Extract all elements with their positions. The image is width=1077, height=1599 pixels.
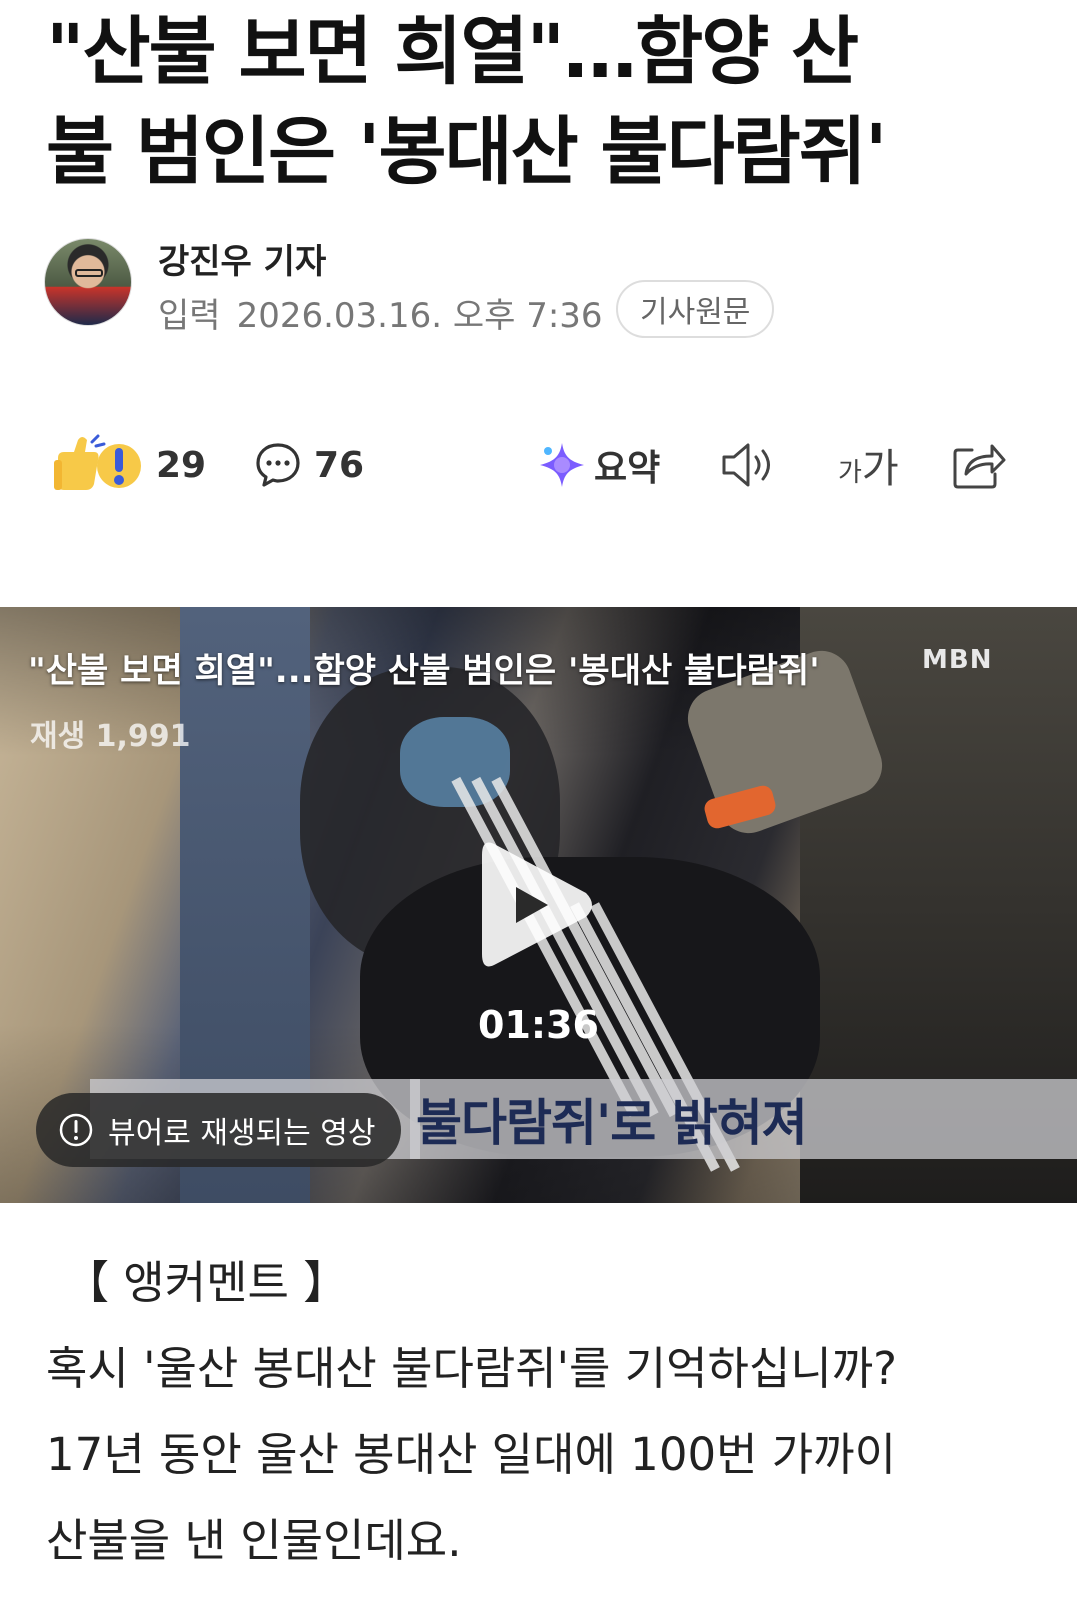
speaker-icon bbox=[722, 443, 770, 487]
section-heading: 【 앵커멘트 】 bbox=[64, 1256, 349, 1309]
headline-line-2: 불 범인은 '봉대산 불다람쥐' bbox=[46, 109, 887, 195]
article-datetime: 2026.03.16. 오후 7:36 bbox=[236, 296, 603, 336]
play-icon[interactable] bbox=[478, 837, 598, 972]
headline-line-1: "산불 보면 희열"…함양 산 bbox=[46, 9, 859, 95]
article-action-bar: 29 76 요약 가 가 bbox=[0, 430, 1077, 500]
reaction-icon bbox=[54, 434, 141, 490]
video-player[interactable]: "산불 보면 희열"...함양 산불 범인은 '봉대산 불다람쥐' MBN 재생… bbox=[0, 607, 1077, 1203]
comment-icon bbox=[256, 443, 300, 487]
body-paragraph-line: 혹시 '울산 봉대산 불다람쥐'를 기억하십니까? bbox=[46, 1342, 898, 1395]
article-headline: "산불 보면 희열"…함양 산 불 범인은 '봉대산 불다람쥐' bbox=[46, 2, 1046, 202]
video-views: 재생 1,991 bbox=[30, 719, 191, 754]
info-icon bbox=[59, 1113, 93, 1147]
viewer-notice[interactable]: 뷰어로 재생되는 영상 bbox=[36, 1093, 402, 1167]
original-article-button[interactable]: 기사원문 bbox=[616, 280, 775, 338]
reaction-button[interactable]: 29 bbox=[52, 430, 206, 500]
video-duration: 01:36 bbox=[478, 1003, 599, 1047]
comments-count: 76 bbox=[314, 444, 365, 486]
video-caption: 불다람쥐'로 밝혀져 bbox=[410, 1079, 1077, 1159]
video-title: "산불 보면 희열"...함양 산불 범인은 '봉대산 불다람쥐' bbox=[28, 651, 820, 691]
article-body: 【 앵커멘트 】 혹시 '울산 봉대산 불다람쥐'를 기억하십니까? 17년 동… bbox=[46, 1240, 1056, 1584]
reactions-count: 29 bbox=[156, 444, 207, 486]
input-label: 입력 bbox=[158, 296, 221, 336]
comments-button[interactable]: 76 bbox=[254, 430, 364, 500]
body-paragraph-line: 17년 동안 울산 봉대산 일대에 100번 가까이 bbox=[46, 1428, 896, 1481]
summary-label: 요약 bbox=[594, 448, 661, 489]
author-avatar[interactable] bbox=[44, 238, 132, 326]
summary-button[interactable]: 요약 bbox=[538, 430, 660, 500]
font-size-icon: 가 bbox=[838, 457, 862, 488]
broadcaster-logo: MBN bbox=[922, 645, 993, 675]
body-paragraph-line: 산불을 낸 인물인데요. bbox=[46, 1514, 462, 1567]
article-dateline: 입력 2026.03.16. 오후 7:36 bbox=[158, 288, 603, 337]
read-aloud-button[interactable] bbox=[720, 430, 778, 500]
font-size-button[interactable]: 가 가 bbox=[838, 430, 899, 500]
summary-sparkle-icon bbox=[540, 443, 584, 487]
share-icon bbox=[953, 444, 1006, 489]
share-button[interactable] bbox=[952, 430, 1006, 500]
viewer-notice-text: 뷰어로 재생되는 영상 bbox=[108, 1116, 376, 1151]
author-name[interactable]: 강진우 기자 bbox=[158, 234, 326, 283]
